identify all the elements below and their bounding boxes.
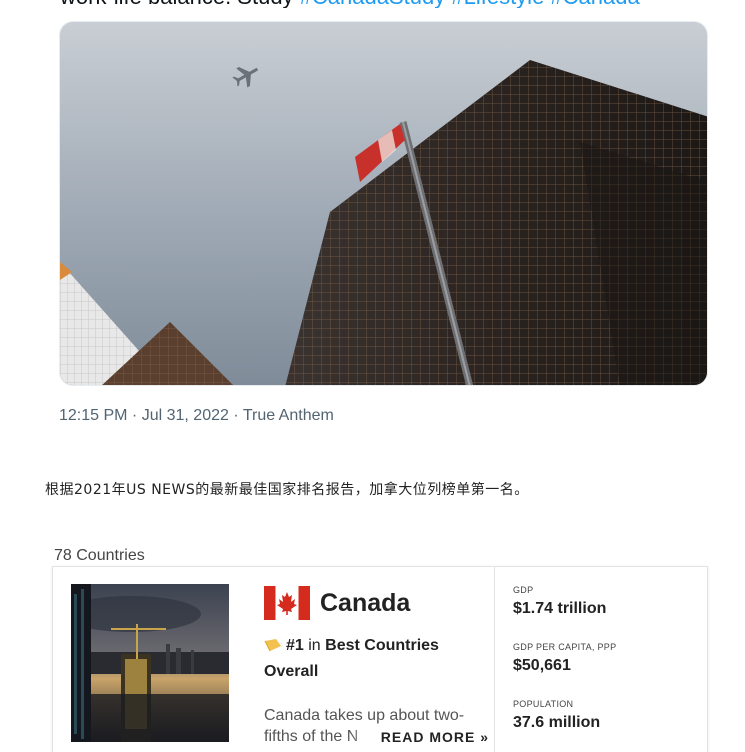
rank-overall: Overall xyxy=(264,663,319,680)
rank-line: #1 in Best Countries Overall xyxy=(264,633,489,685)
card-divider xyxy=(494,567,495,752)
country-name[interactable]: Canada xyxy=(320,589,410,618)
stat-value: 37.6 million xyxy=(513,714,601,731)
tweet-timestamp[interactable]: 12:15 PM · Jul 31, 2022 · True Anthem xyxy=(59,407,334,425)
countries-count: 78 Countries xyxy=(54,547,145,564)
medal-icon xyxy=(264,639,281,652)
article-paragraph: 根据2021年US NEWS的最新最佳国家排名报告，加拿大位列榜单第一名。 xyxy=(45,482,529,498)
read-more-link[interactable]: READ MORE » xyxy=(374,727,489,748)
tweet-hashtags[interactable]: #CanadaStudy #Lifestyle #Canada xyxy=(300,0,640,8)
stat-label: POPULATION xyxy=(513,699,574,709)
stat-gdp: GDP $1.74 trillion xyxy=(513,585,693,642)
tweet-text: work-life balance. Study #CanadaStudy #L… xyxy=(60,0,710,8)
tweet-text-body: work-life balance. Study xyxy=(60,0,294,8)
stat-label: GDP xyxy=(513,585,534,595)
country-description: Canada takes up about two- fifths of the… xyxy=(264,705,489,749)
rank-category[interactable]: Best Countries xyxy=(325,637,439,654)
stat-value: $50,661 xyxy=(513,657,571,674)
country-card[interactable]: Canada #1 in Best Countries Overall Cana… xyxy=(52,566,708,752)
tweet-photo[interactable] xyxy=(59,21,708,386)
canada-flag-icon xyxy=(264,586,310,620)
country-photo[interactable] xyxy=(71,584,229,742)
stat-population: POPULATION 37.6 million xyxy=(513,699,693,752)
stat-label: GDP PER CAPITA, PPP xyxy=(513,642,617,652)
description-line-1: Canada takes up about two- xyxy=(264,707,465,724)
stat-gdp-per-capita: GDP PER CAPITA, PPP $50,661 xyxy=(513,642,693,699)
country-stats: GDP $1.74 trillion GDP PER CAPITA, PPP $… xyxy=(513,585,693,752)
rank-number: #1 xyxy=(286,637,304,654)
rank-in-label: in xyxy=(308,637,321,654)
stat-value: $1.74 trillion xyxy=(513,600,607,617)
country-summary: Canada #1 in Best Countries Overall Cana… xyxy=(264,585,489,749)
